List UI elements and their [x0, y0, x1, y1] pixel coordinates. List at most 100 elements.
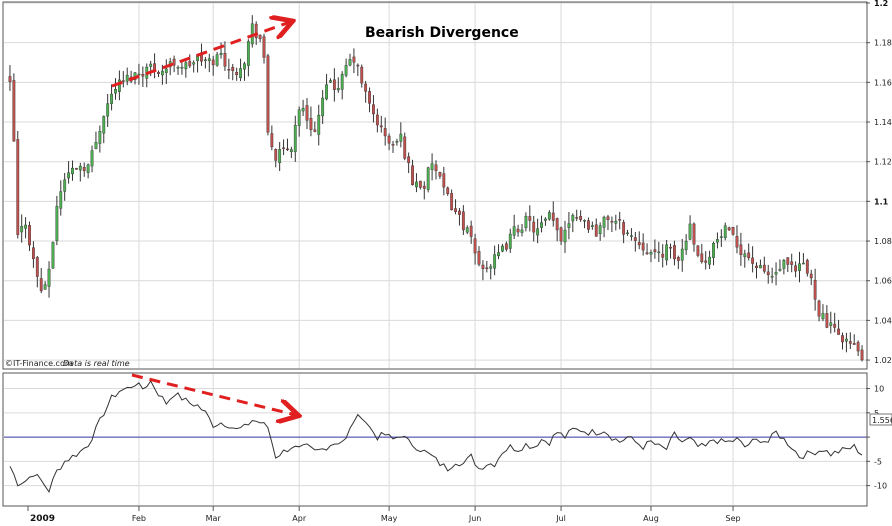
candle-body	[422, 185, 426, 189]
candle-body	[219, 53, 223, 55]
candle	[403, 132, 407, 161]
price-tick-label: 1.12	[874, 158, 892, 167]
candle-body	[825, 313, 829, 328]
candle-body	[700, 253, 704, 263]
candle-body	[606, 216, 610, 221]
candle-body	[653, 249, 657, 253]
candle-body	[481, 264, 485, 269]
candle-body	[602, 216, 606, 228]
candle-body	[24, 224, 28, 229]
candle-body	[434, 164, 438, 171]
candle-body	[516, 228, 520, 233]
candle-body	[16, 139, 20, 235]
candle-body	[442, 173, 446, 188]
candle-body	[317, 114, 321, 135]
candle-body	[661, 253, 665, 258]
candle-body	[375, 114, 379, 126]
candle-body	[489, 266, 493, 269]
candle-body	[727, 227, 731, 231]
candle-body	[551, 212, 555, 221]
candle-body	[137, 73, 141, 76]
candle-body	[387, 135, 391, 144]
candle-body	[813, 279, 817, 300]
candle-body	[55, 206, 59, 241]
candle-body	[798, 263, 801, 271]
candle-body	[149, 63, 153, 67]
candle-body	[446, 187, 450, 194]
candle-body	[258, 34, 262, 40]
source-credit-note: Data is real time	[63, 359, 130, 368]
candle-body	[395, 141, 399, 143]
candle-body	[790, 261, 794, 265]
candle-body	[235, 72, 239, 76]
candle-body	[782, 259, 786, 269]
candle-body	[645, 252, 649, 255]
candle	[51, 241, 55, 269]
candle-body	[751, 257, 755, 264]
candle-body	[673, 245, 676, 260]
candle-body	[415, 181, 418, 188]
candle-body	[203, 59, 207, 62]
price-tick-label: 1.18	[874, 39, 892, 48]
candle-body	[43, 284, 47, 290]
candle-body	[848, 341, 852, 344]
candle-body	[493, 254, 497, 269]
price-tick-label: 1.06	[874, 277, 892, 286]
chart-title: Bearish Divergence	[365, 25, 519, 41]
candle-body	[817, 300, 821, 317]
candle-body	[696, 245, 700, 256]
candle-body	[766, 271, 770, 276]
candle-body	[8, 76, 12, 82]
candle	[16, 130, 20, 239]
candle-body	[665, 244, 669, 261]
month-label: Jul	[555, 514, 566, 523]
candle-body	[723, 225, 727, 238]
candle-body	[67, 172, 70, 179]
month-label: Aug	[643, 514, 659, 523]
price-tick-label: 1.2	[874, 0, 888, 8]
candle-body	[692, 223, 696, 245]
candle-body	[735, 236, 739, 248]
candle-body	[802, 262, 805, 265]
candle-body	[344, 65, 348, 76]
oscillator-y-axis: 105-5-10	[866, 385, 887, 491]
candle-body	[301, 108, 305, 112]
candle-body	[360, 66, 364, 84]
candle-body	[501, 245, 504, 252]
candle-body	[809, 273, 813, 279]
candle-body	[622, 222, 626, 235]
candle-body	[762, 264, 766, 272]
candle	[426, 166, 430, 193]
candle-body	[231, 67, 235, 72]
candle-body	[141, 74, 145, 77]
candle-body	[669, 246, 672, 249]
candle-body	[383, 128, 387, 137]
chart-canvas: 1.02 1.04 1.06 1.08 1.1 1.12 1.14 1.16 1.18 1.2 B…	[2, 0, 892, 524]
candle-body	[274, 149, 278, 161]
candle-body	[63, 179, 67, 192]
candle-body	[438, 172, 442, 177]
candle-body	[461, 211, 465, 231]
candle-body	[454, 208, 457, 212]
candle-body	[188, 61, 192, 67]
candle-body	[39, 278, 43, 292]
candle-body	[164, 68, 168, 73]
candle-body	[719, 236, 723, 238]
candle-body	[31, 247, 35, 260]
candle-body	[508, 233, 512, 249]
candle-body	[844, 338, 848, 342]
candle	[12, 73, 16, 142]
candle-body	[266, 55, 270, 133]
candle-body	[411, 165, 414, 186]
candle	[266, 53, 270, 136]
candle-body	[504, 243, 508, 250]
candle-body	[547, 212, 551, 220]
candle-body	[626, 232, 629, 235]
candle-body	[837, 328, 841, 335]
candle-body	[571, 215, 575, 222]
candle-body	[708, 256, 712, 265]
candle-body	[524, 215, 528, 229]
candle-body	[630, 235, 633, 237]
candle-body	[278, 149, 282, 163]
candle	[731, 226, 735, 236]
